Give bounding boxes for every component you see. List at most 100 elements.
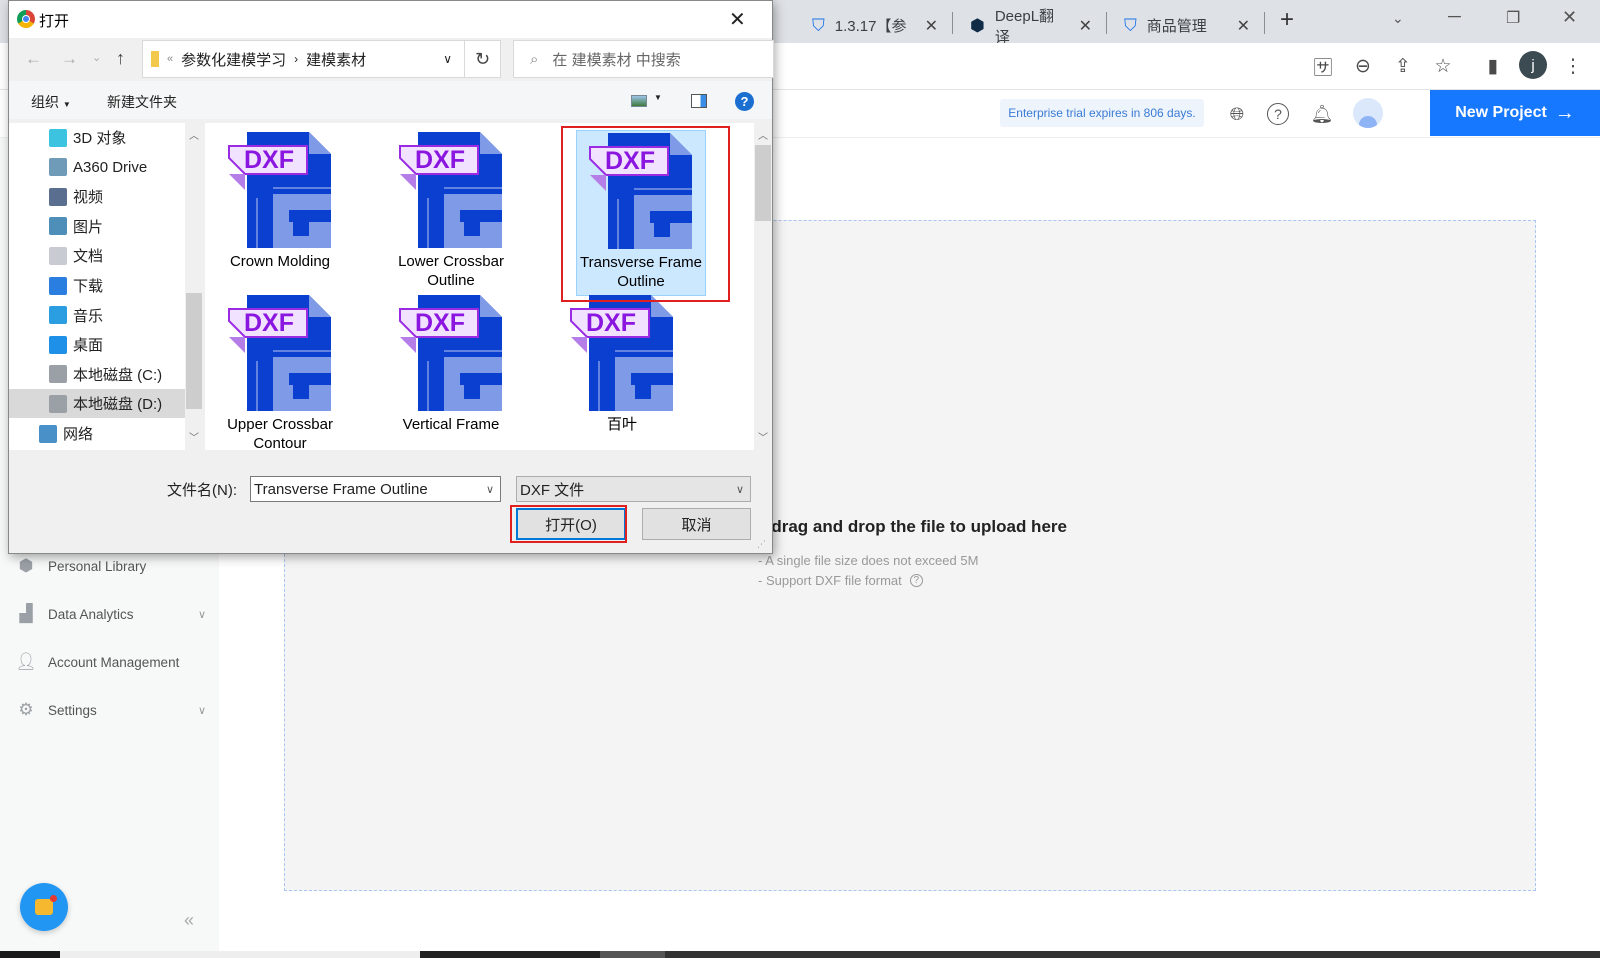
- dropdown-arrow-icon[interactable]: ▼: [654, 93, 662, 102]
- nav-item-label: 网络: [63, 426, 94, 443]
- new-tab-button[interactable]: +: [1280, 6, 1294, 34]
- nav-item-icon: [49, 306, 67, 325]
- nav-item-icon: [49, 128, 67, 147]
- organize-menu[interactable]: 组织 ▼: [31, 92, 71, 112]
- nav-scrollbar-thumb[interactable]: [186, 293, 202, 409]
- close-tab-icon[interactable]: ✕: [1079, 16, 1092, 36]
- view-options-icon[interactable]: [631, 95, 647, 107]
- chat-support-button[interactable]: [20, 883, 68, 931]
- zoom-out-icon[interactable]: ⊖: [1350, 53, 1376, 79]
- address-bar[interactable]: « 参数化建模学习 › 建模素材 ∨: [142, 40, 465, 78]
- search-input[interactable]: ⌕ 在 建模素材 中搜索: [513, 40, 774, 78]
- file-name: 百叶: [606, 416, 637, 433]
- nav-item[interactable]: A360 Drive: [9, 153, 185, 182]
- tab-separator: [952, 12, 953, 34]
- organize-label: 组织: [31, 94, 59, 110]
- file-name: Lower Crossbar Outline: [398, 253, 504, 289]
- help-icon[interactable]: ?: [1267, 103, 1289, 125]
- nav-item-icon: [49, 394, 67, 413]
- nav-item[interactable]: 网络: [9, 419, 185, 448]
- chevron-down-icon[interactable]: ∨: [486, 483, 494, 496]
- browser-tab[interactable]: ⬢ DeepL翻译 ✕: [958, 8, 1104, 46]
- gear-icon: ⚙: [18, 700, 34, 719]
- nav-item-icon: [49, 276, 67, 295]
- file-scrollbar-thumb[interactable]: [755, 145, 771, 221]
- chevron-down-icon: ∨: [197, 608, 206, 621]
- nav-item[interactable]: 音乐: [9, 301, 185, 330]
- new-folder-button[interactable]: 新建文件夹: [107, 92, 177, 112]
- nav-item-label: 桌面: [73, 337, 104, 355]
- dxf-file-icon: DXF: [570, 295, 673, 411]
- filename-value: Transverse Frame Outline: [254, 480, 428, 498]
- breadcrumb-item[interactable]: 参数化建模学习: [181, 49, 286, 70]
- nav-item[interactable]: 本地磁盘 (D:): [9, 389, 185, 419]
- forward-arrow-icon[interactable]: →: [61, 49, 78, 69]
- bell-icon[interactable]: 🔔︎: [1309, 101, 1335, 127]
- menu-kebab-icon[interactable]: ⋮: [1560, 53, 1586, 79]
- chevron-down-icon[interactable]: ∨: [443, 52, 452, 66]
- sidebar-item-label: Account Management: [48, 654, 180, 670]
- file-type-select[interactable]: DXF 文件 ∨: [516, 476, 751, 502]
- back-arrow-icon[interactable]: ←: [25, 49, 42, 69]
- sidebar-item-personal-library[interactable]: ⬢ Personal Library: [16, 554, 206, 578]
- dialog-title-bar: [9, 1, 772, 38]
- nav-item[interactable]: 桌面: [9, 330, 185, 359]
- overflow-icon: «: [167, 53, 174, 65]
- sidebar-item-label: Personal Library: [48, 558, 147, 574]
- globe-icon[interactable]: 🌐︎: [1224, 101, 1250, 127]
- nav-item[interactable]: 视频: [9, 182, 185, 211]
- nav-item-icon: [49, 246, 67, 265]
- tab-search-icon[interactable]: ⌄: [1392, 10, 1404, 27]
- cancel-button[interactable]: 取消: [642, 508, 751, 540]
- file-scrollbar[interactable]: ︿ ﹀: [754, 123, 772, 450]
- chevron-right-icon: ›: [294, 52, 299, 66]
- restore-icon[interactable]: ❐: [1506, 8, 1520, 28]
- sidebar-item-settings[interactable]: ⚙ Settings ∨: [16, 698, 206, 722]
- nav-item-label: 音乐: [73, 307, 104, 325]
- close-tab-icon[interactable]: ✕: [925, 16, 938, 36]
- minimize-icon[interactable]: ─: [1448, 6, 1461, 27]
- breadcrumb-item[interactable]: 建模素材: [306, 49, 366, 70]
- nav-item[interactable]: 图片: [9, 212, 185, 241]
- file-item[interactable]: DXF Upper Crossbar Contour: [215, 293, 345, 453]
- nav-item[interactable]: 下载: [9, 271, 185, 300]
- preview-pane-icon[interactable]: [691, 94, 707, 108]
- profile-avatar[interactable]: j: [1519, 51, 1547, 79]
- window-close-icon[interactable]: ✕: [1562, 7, 1577, 28]
- filename-input[interactable]: Transverse Frame Outline ∨: [250, 476, 501, 502]
- recent-dropdown-icon[interactable]: ⌄: [92, 51, 101, 64]
- file-item[interactable]: DXF Vertical Frame: [386, 293, 516, 434]
- file-item[interactable]: DXF 百叶: [557, 293, 687, 434]
- nav-scrollbar[interactable]: ︿ ﹀: [185, 123, 203, 450]
- nav-item-label: 本地磁盘 (D:): [73, 396, 163, 414]
- side-panel-icon[interactable]: ▮: [1480, 53, 1506, 79]
- bookmark-star-icon[interactable]: ☆: [1430, 53, 1456, 79]
- close-tab-icon[interactable]: ✕: [1237, 16, 1250, 36]
- sidebar-item-account-management[interactable]: 👤︎ Account Management: [15, 650, 206, 674]
- share-icon[interactable]: ⇪: [1390, 53, 1416, 79]
- user-avatar[interactable]: [1353, 98, 1383, 128]
- new-project-button[interactable]: New Project →: [1430, 90, 1600, 136]
- chrome-icon: [17, 10, 35, 28]
- file-item[interactable]: DXF Lower Crossbar Outline: [386, 130, 516, 290]
- browser-tab[interactable]: ⛉ 1.3.17【参 ✕: [800, 8, 950, 43]
- resize-grip-icon[interactable]: ⋰: [757, 539, 766, 550]
- file-open-dialog: 打开 ✕ ← → ⌄ ↑ « 参数化建模学习 › 建模素材 ∨ ↻ ⌕ 在 建模…: [8, 0, 774, 554]
- nav-item[interactable]: 文档: [9, 241, 185, 270]
- sidebar-item-data-analytics[interactable]: ▟ Data Analytics ∨: [16, 602, 206, 626]
- file-name: Vertical Frame: [402, 416, 500, 433]
- refresh-button[interactable]: ↻: [465, 40, 501, 78]
- file-item[interactable]: DXF Crown Molding: [215, 130, 345, 271]
- nav-item-label: A360 Drive: [73, 158, 148, 176]
- collapse-sidebar-button[interactable]: «: [184, 910, 194, 931]
- up-arrow-icon[interactable]: ↑: [116, 48, 125, 69]
- nav-item[interactable]: 本地磁盘 (C:): [9, 360, 185, 389]
- filename-label: 文件名(N):: [167, 482, 237, 499]
- browser-tab[interactable]: ⛉ 商品管理 ✕: [1112, 8, 1262, 43]
- highlight-box: [561, 126, 730, 302]
- help-circle-icon[interactable]: ?: [909, 574, 923, 587]
- dialog-close-icon[interactable]: ✕: [729, 7, 746, 32]
- translate-icon[interactable]: 🈂: [1310, 53, 1336, 79]
- nav-item[interactable]: 3D 对象: [9, 123, 185, 152]
- help-icon[interactable]: ?: [735, 92, 754, 111]
